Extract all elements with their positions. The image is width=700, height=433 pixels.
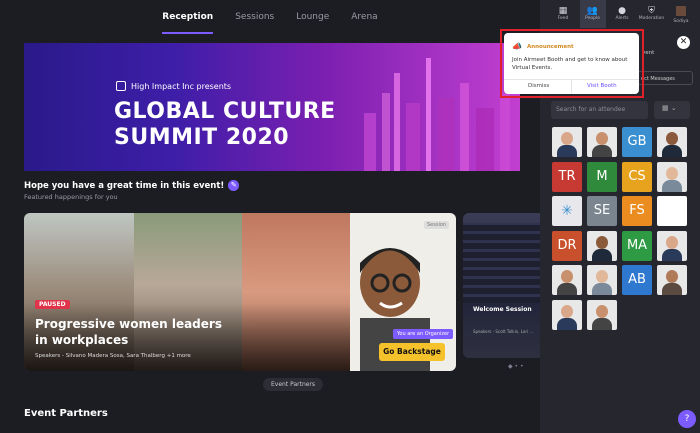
- attendee-avatar[interactable]: M: [587, 161, 617, 192]
- banner-title-line1: GLOBAL CULTURE: [114, 99, 336, 124]
- alert-icon: ●: [618, 6, 626, 16]
- featured-session-card[interactable]: PAUSED Progressive women leaders in work…: [24, 213, 456, 371]
- tab-reception[interactable]: Reception: [162, 0, 214, 34]
- city-skyline-image: [364, 58, 510, 171]
- announcement-message: Join Airmeet Booth and get to know about…: [512, 57, 628, 71]
- sidebar-tab-moderation[interactable]: ⛨ Moderation: [639, 0, 665, 28]
- attendee-avatar[interactable]: [587, 265, 617, 295]
- event-partners-pill[interactable]: Event Partners: [263, 378, 324, 391]
- attendee-avatar[interactable]: [657, 161, 687, 192]
- attendee-avatar[interactable]: MA: [622, 230, 652, 261]
- dismiss-button[interactable]: Dismiss: [528, 83, 549, 89]
- attendee-avatar[interactable]: [587, 230, 617, 261]
- attendee-search-input[interactable]: Search for an attendee: [551, 101, 648, 119]
- session-badge: Session: [424, 221, 450, 229]
- banner-title-line2: SUMMIT 2020: [114, 125, 290, 150]
- banner-title: GLOBAL CULTURE SUMMIT 2020: [114, 99, 336, 151]
- attendee-avatar[interactable]: [552, 127, 582, 157]
- sidebar-tab-profile[interactable]: Sodiya: [668, 0, 694, 28]
- help-icon[interactable]: ?: [678, 410, 696, 428]
- event-partners-heading: Event Partners: [24, 408, 108, 419]
- visit-booth-button[interactable]: Visit Booth: [587, 83, 617, 89]
- attendee-avatar[interactable]: [552, 299, 582, 330]
- people-icon: 👥: [586, 6, 599, 16]
- shield-icon: ⛨: [648, 6, 655, 16]
- view-toggle-button[interactable]: ▦ ⌄: [654, 101, 690, 119]
- session-title: Progressive women leaders in workplaces: [35, 317, 222, 347]
- attendee-avatar[interactable]: TR: [552, 161, 582, 192]
- attendee-avatar[interactable]: FS: [622, 196, 652, 226]
- sidebar-tab-people[interactable]: 👥 People: [579, 0, 606, 28]
- banner-brand: High Impact Inc presents: [116, 81, 231, 91]
- attendee-avatar[interactable]: [587, 127, 617, 157]
- announcement-header: 📣 Announcement: [512, 42, 574, 51]
- go-backstage-button[interactable]: Go Backstage: [379, 343, 445, 361]
- sidebar-tab-label: People: [585, 16, 600, 21]
- direct-messages-button[interactable]: ect Messages: [637, 71, 693, 85]
- welcome-session-speakers: Speakers - Scott Tolkin, Lori ...: [473, 329, 534, 334]
- app-root: Reception Sessions Lounge Arena High Imp…: [0, 0, 700, 433]
- attendee-avatar[interactable]: CS: [622, 161, 652, 192]
- tab-sessions[interactable]: Sessions: [235, 0, 274, 34]
- tab-lounge[interactable]: Lounge: [296, 0, 329, 34]
- sidebar-nav: ▦ Feed 👥 People ● Alerts ⛨ Moderation Sodiya: [540, 0, 700, 28]
- brand-logo-icon: [116, 81, 126, 91]
- attendee-avatar[interactable]: [657, 230, 687, 261]
- welcome-text: Hope you have a great time in this event…: [24, 180, 225, 191]
- attendee-avatar[interactable]: [657, 196, 687, 226]
- attendee-avatar[interactable]: [657, 265, 687, 295]
- tab-arena[interactable]: Arena: [351, 0, 377, 34]
- announcement-popup: 📣 Announcement Join Airmeet Booth and get…: [504, 33, 639, 94]
- welcome-session-card[interactable]: Welcome Session Speakers - Scott Tolkin,…: [463, 213, 540, 358]
- welcome-heading: Hope you have a great time in this event…: [24, 180, 240, 191]
- grid-icon: ▦: [558, 6, 568, 16]
- sidebar-tab-feed[interactable]: ▦ Feed: [550, 0, 576, 28]
- sidebar-tab-label: Moderation: [638, 16, 665, 21]
- carousel-dots[interactable]: ◆ • •: [508, 363, 524, 370]
- sidebar-tab-alerts[interactable]: ● Alerts: [609, 0, 635, 28]
- top-nav: Reception Sessions Lounge Arena: [0, 0, 540, 34]
- auditorium-image: [463, 223, 540, 303]
- attendee-avatar[interactable]: GB: [622, 127, 652, 157]
- edit-icon[interactable]: ✎: [228, 180, 240, 191]
- organizer-badge: You are an Organizer: [393, 329, 454, 339]
- attendee-avatar[interactable]: SE: [587, 196, 617, 226]
- announcement-heading: Announcement: [526, 43, 574, 50]
- attendee-avatar[interactable]: ✳: [552, 196, 582, 226]
- divider: [571, 80, 572, 94]
- main-area: Reception Sessions Lounge Arena High Imp…: [0, 0, 540, 433]
- attendee-avatar[interactable]: DR: [552, 230, 582, 261]
- session-speakers: Speakers - Silvano Madera Sosa, Sara Tha…: [35, 353, 191, 359]
- welcome-subheading: Featured happenings for you: [24, 193, 118, 201]
- sidebar-tab-label: Sodiya: [673, 19, 689, 24]
- welcome-session-title: Welcome Session: [473, 306, 532, 313]
- attendee-avatar[interactable]: AB: [622, 265, 652, 295]
- attendee-avatar[interactable]: [552, 265, 582, 295]
- event-banner: High Impact Inc presents GLOBAL CULTURE …: [24, 43, 520, 171]
- close-icon[interactable]: ✕: [677, 36, 690, 49]
- status-badge: PAUSED: [35, 300, 70, 309]
- attendee-avatar[interactable]: [587, 299, 617, 330]
- brand-text: High Impact Inc presents: [131, 81, 232, 91]
- sidebar-tab-label: Alerts: [615, 16, 629, 21]
- sidebar-tab-label: Feed: [557, 16, 569, 21]
- megaphone-icon: 📣: [512, 42, 522, 51]
- attendee-avatar[interactable]: [657, 127, 687, 157]
- avatar: [668, 6, 694, 19]
